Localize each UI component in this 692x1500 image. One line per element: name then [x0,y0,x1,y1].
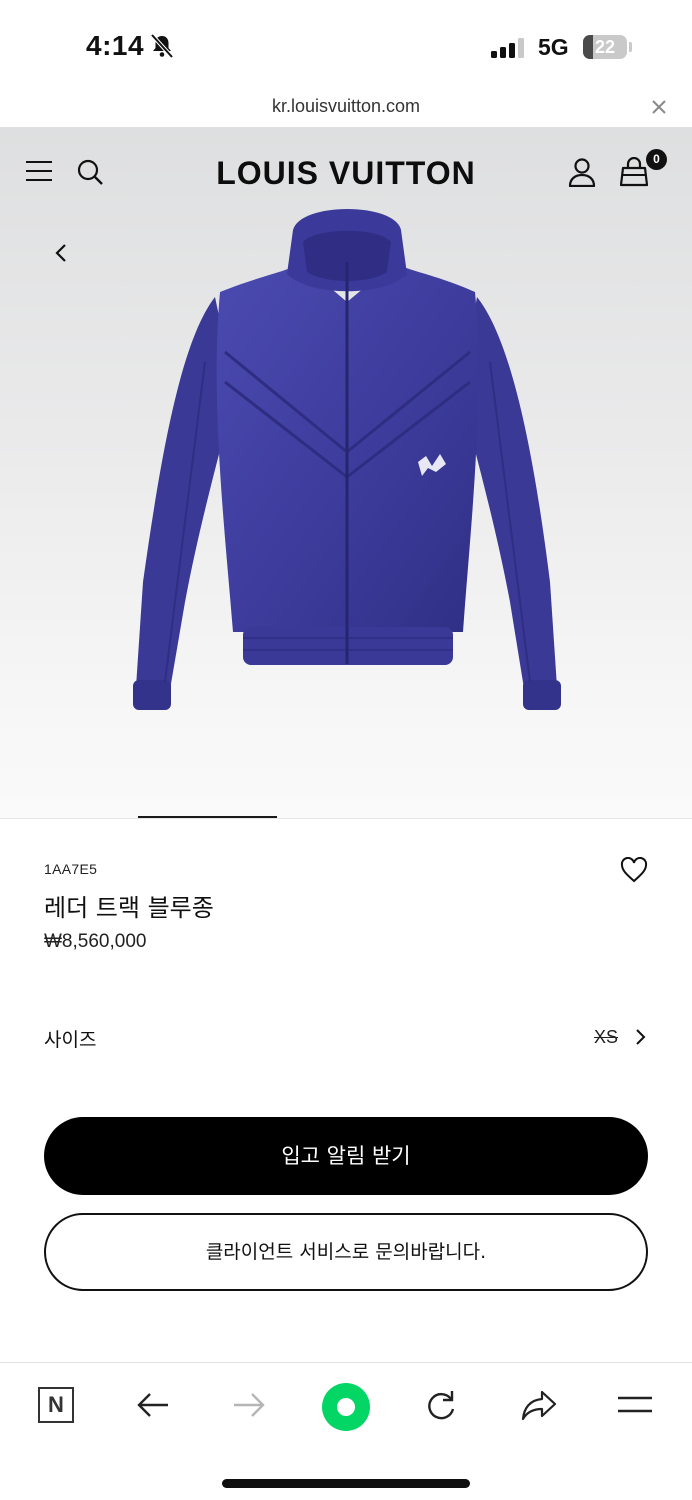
battery-tip [629,42,632,52]
browser-toolbar: N [0,1362,692,1500]
forward-arrow-icon[interactable] [232,1391,266,1419]
status-bar: 4:14 5G 22 [0,0,692,90]
bell-slash-icon [150,33,174,59]
home-indicator [222,1479,470,1488]
url-bar[interactable]: kr.louisvuitton.com [0,90,692,128]
network-type: 5G [538,34,569,60]
back-arrow-icon[interactable] [136,1391,170,1419]
product-sku: 1AA7E5 [44,861,98,877]
reload-icon[interactable] [424,1389,458,1423]
battery-indicator: 22 [583,35,627,59]
battery-percent: 22 [594,37,616,57]
chevron-right-icon[interactable] [634,1027,646,1047]
naver-home-button[interactable]: N [38,1387,74,1423]
share-icon[interactable] [520,1389,558,1421]
contact-client-services-button[interactable]: 클라이언트 서비스로 문의바랍니다. [44,1213,648,1291]
status-time: 4:14 [86,30,145,61]
size-label: 사이즈 [44,1029,97,1051]
heart-icon[interactable] [620,857,648,883]
product-hero: LOUIS VUITTON 0 [0,127,692,818]
size-value[interactable]: XS [594,1027,618,1048]
menu-icon[interactable] [25,159,53,183]
product-price: ₩8,560,000 [44,931,147,952]
hamburger-icon[interactable] [617,1393,653,1417]
url-text[interactable]: kr.louisvuitton.com [0,96,692,117]
bag-icon[interactable] [620,157,648,187]
product-name: 레더 트랙 블루종 [44,894,214,922]
search-icon[interactable] [76,158,104,186]
naver-green-dot-button[interactable] [322,1383,370,1431]
product-image[interactable] [125,202,570,737]
chevron-left-icon[interactable] [54,242,68,264]
brand-logo[interactable]: LOUIS VUITTON [196,155,496,192]
account-icon[interactable] [568,157,596,187]
notify-me-button[interactable]: 입고 알림 받기 [44,1117,648,1195]
divider [0,818,692,819]
cart-count-badge: 0 [646,149,667,170]
signal-icon [491,38,524,58]
close-icon[interactable] [650,98,668,116]
